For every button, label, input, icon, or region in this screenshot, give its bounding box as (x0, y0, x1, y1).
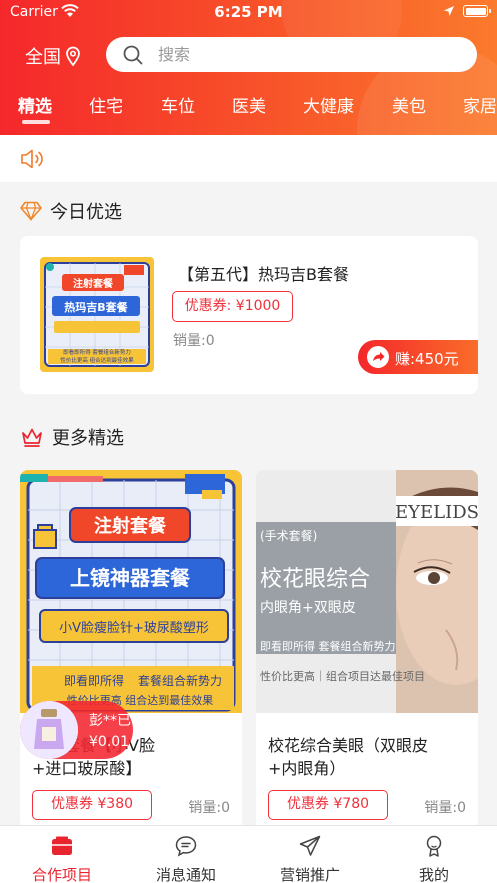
earn-button[interactable]: 赚:450元 (358, 340, 478, 374)
today-pick-title: 今日优选 (50, 202, 122, 223)
nav-profile[interactable]: 我的 (372, 826, 496, 883)
nav-label: 营销推广 (279, 866, 340, 883)
header: Carrier 6:25 PM 全国 精选 住宅 车位 医美 大健康 美包 (0, 0, 497, 135)
category-tabs: 精选 住宅 车位 医美 大健康 美包 家居 (0, 92, 497, 132)
location-arrow-icon (444, 6, 454, 16)
search-input[interactable] (158, 37, 458, 72)
product-thumbnail-art: 注射套餐 热玛吉B套餐 即看即所得 套餐组合新势力 性价比更高 组合达到最佳效果 (40, 257, 154, 372)
search-bar[interactable] (106, 37, 477, 72)
status-bar: Carrier 6:25 PM (0, 0, 497, 26)
product-title: 校花综合美眼（双眼皮 +内眼角） (268, 734, 468, 780)
tab-jiaju[interactable]: 家居 (463, 92, 497, 117)
notice-bar[interactable] (0, 135, 497, 182)
send-icon (299, 835, 321, 856)
product-thumbnail: 注射套餐 热玛吉B套餐 即看即所得 套餐组合新势力 性价比更高 组合达到最佳效果 (40, 257, 154, 372)
art-line-2: 上镜神器套餐 (70, 566, 191, 590)
buyer-name: 彭**已 (89, 713, 131, 729)
art-subline: 内眼角+双眼皮 (260, 600, 356, 616)
search-icon (123, 45, 143, 65)
tab-yimei[interactable]: 医美 (232, 92, 266, 117)
more-picks-heading: 更多精选 (20, 424, 124, 450)
nav-label: 消息通知 (155, 866, 216, 883)
tab-meibao[interactable]: 美包 (392, 92, 426, 117)
nav-label: 合作项目 (31, 866, 92, 883)
bottom-nav: 合作项目 消息通知 营销推广 我的 (0, 825, 497, 883)
map-pin-icon (66, 46, 80, 66)
sales-count: 销量:0 (188, 800, 230, 816)
tab-jingxuan[interactable]: 精选 (18, 92, 52, 117)
cooperation-icon (52, 836, 72, 855)
tab-zhuzhai[interactable]: 住宅 (89, 92, 123, 117)
thumb-line-1: 注射套餐 (73, 277, 114, 290)
purchase-price: ¥0.01 (89, 734, 130, 750)
coupon-badge: 优惠券: ¥1000 (172, 291, 293, 322)
product-card[interactable]: EYELIDS (手术套餐) 校花眼综合 内眼角+双眼皮 即看即所得 套餐组合新… (256, 470, 478, 830)
art-slogan-1: 即看即所得 套餐组合新势力 (260, 639, 396, 653)
clock: 6:25 PM (214, 3, 283, 21)
product-title-line-2: +进口玻尿酸】 (32, 759, 142, 778)
product-image: EYELIDS (手术套餐) 校花眼综合 内眼角+双眼皮 即看即所得 套餐组合新… (256, 470, 478, 713)
nav-marketing[interactable]: 营销推广 (248, 826, 372, 883)
coupon-badge: 优惠券 ¥780 (268, 790, 388, 820)
product-title-line-1: 校花综合美眼（双眼皮 (268, 736, 429, 755)
art-headline: 校花眼综合 (260, 567, 370, 592)
tab-dajiankang[interactable]: 大健康 (303, 92, 354, 117)
active-tab-indicator (22, 120, 50, 124)
message-icon (175, 836, 197, 857)
profile-icon (426, 835, 442, 857)
art-line-1: 注射套餐 (94, 515, 167, 537)
thumb-line-3: 即看即所得 套餐组合新势力 (63, 348, 131, 356)
injection-package-art: 注射套餐 上镜神器套餐 小V脸瘦脸针+玻尿酸塑形 即看即所得 套餐组合新势力 性… (20, 470, 242, 713)
share-arrow-icon (367, 346, 389, 368)
art-line-4: 即看即所得 (64, 673, 124, 688)
battery-icon (463, 5, 491, 17)
more-picks-title: 更多精选 (52, 428, 124, 449)
earn-label: 赚:450元 (395, 350, 459, 368)
coupon-badge: 优惠券 ¥380 (32, 790, 152, 820)
diamond-icon (20, 201, 42, 221)
today-pick-card[interactable]: 注射套餐 热玛吉B套餐 即看即所得 套餐组合新势力 性价比更高 组合达到最佳效果… (20, 236, 478, 394)
thumb-line-4: 性价比更高 组合达到最佳效果 (60, 356, 134, 364)
speaker-icon (21, 149, 43, 169)
nav-messages[interactable]: 消息通知 (124, 826, 248, 883)
tab-chewei[interactable]: 车位 (161, 92, 195, 117)
thumb-line-2: 热玛吉B套餐 (64, 300, 128, 314)
art-slogan-2: 性价比更高｜组合项目达最佳项目 (260, 669, 425, 683)
nav-label: 我的 (418, 866, 449, 883)
product-title: 【第五代】热玛吉B套餐 (178, 265, 349, 284)
art-line-3: 小V脸瘦脸针+玻尿酸塑形 (59, 620, 209, 636)
location-selector[interactable]: 全国 (25, 43, 81, 69)
product-image: 注射套餐 上镜神器套餐 小V脸瘦脸针+玻尿酸塑形 即看即所得 套餐组合新势力 性… (20, 470, 242, 713)
today-pick-heading: 今日优选 (20, 198, 122, 224)
purchase-ticker: 彭**已 ¥0.01 (20, 701, 133, 759)
nav-cooperation[interactable]: 合作项目 (0, 826, 124, 883)
buyer-avatar (20, 701, 78, 759)
eyelid-package-art: EYELIDS (手术套餐) 校花眼综合 内眼角+双眼皮 即看即所得 套餐组合新… (256, 470, 478, 713)
art-eyelids: EYELIDS (395, 502, 478, 523)
crown-icon (22, 428, 42, 447)
location-label: 全国 (25, 47, 61, 68)
art-surgery-tag: (手术套餐) (260, 528, 317, 543)
sales-count: 销量:0 (173, 333, 215, 349)
product-title-line-2: +内眼角） (268, 759, 346, 778)
art-line-5: 套餐组合新势力 (138, 673, 222, 688)
product-card[interactable]: 注射套餐 上镜神器套餐 小V脸瘦脸针+玻尿酸塑形 即看即所得 套餐组合新势力 性… (20, 470, 242, 830)
sales-count: 销量:0 (424, 800, 466, 816)
